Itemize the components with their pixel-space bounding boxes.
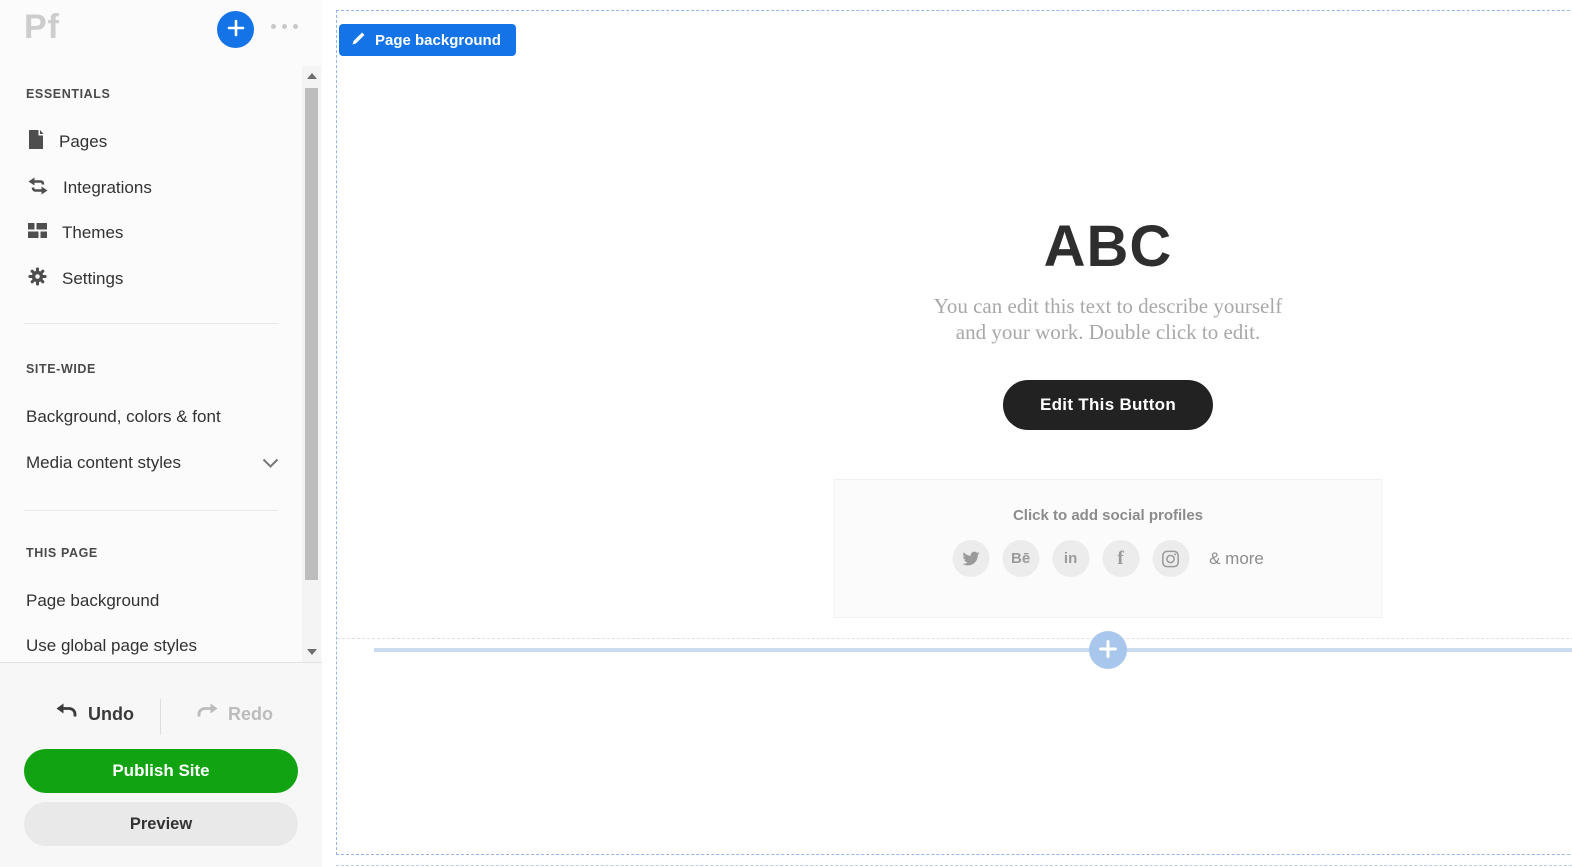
undo-button[interactable]: Undo xyxy=(56,703,134,725)
plus-icon xyxy=(1098,639,1118,662)
themes-grid-icon xyxy=(28,222,47,244)
publish-site-button[interactable]: Publish Site xyxy=(24,749,298,793)
social-profiles-panel[interactable]: Click to add social profiles Bē in f & m… xyxy=(833,479,1383,618)
hero-subtitle-line-1: You can edit this text to describe yours… xyxy=(933,294,1283,318)
sidebar-item-label: Pages xyxy=(59,132,108,151)
add-section-line[interactable] xyxy=(374,648,1572,652)
sidebar-item-background-colors-font[interactable]: Background, colors & font xyxy=(26,404,221,430)
hero-subtitle-line-2: and your work. Double click to edit. xyxy=(955,319,1261,344)
undo-redo-row: Undo Redo xyxy=(0,699,322,735)
facebook-icon[interactable]: f xyxy=(1102,540,1140,577)
behance-icon[interactable]: Bē xyxy=(1002,540,1040,577)
chevron-down-icon[interactable] xyxy=(262,456,279,474)
sidebar-footer: Undo Redo Publish Site Preview xyxy=(0,662,322,867)
redo-button[interactable]: Redo xyxy=(196,703,273,725)
social-panel-title: Click to add social profiles xyxy=(1012,507,1204,524)
redo-label: Redo xyxy=(228,703,273,724)
scrollbar-thumb[interactable] xyxy=(305,88,318,580)
more-options-button[interactable] xyxy=(271,24,298,29)
undo-arrow-icon xyxy=(56,703,78,725)
add-section-button[interactable] xyxy=(1089,631,1127,669)
page-background-tag-label: Page background xyxy=(375,31,501,49)
sidebar-item-use-global-page-styles[interactable]: Use global page styles xyxy=(26,633,197,659)
plus-icon xyxy=(227,19,245,40)
next-section-boundary-dashed xyxy=(336,865,1572,866)
hero-subtitle[interactable]: You can edit this text to describe yours… xyxy=(337,294,1572,345)
section-title-site-wide: SITE-WIDE xyxy=(26,362,96,376)
gear-icon xyxy=(28,267,47,291)
sidebar-divider xyxy=(24,510,278,511)
sidebar-divider xyxy=(24,323,278,324)
sidebar-item-label: Themes xyxy=(62,223,124,242)
scroll-down-arrow-icon[interactable] xyxy=(306,649,317,655)
more-socials-label: & more xyxy=(1209,548,1264,568)
editor-canvas[interactable]: Page background ABC You can edit this te… xyxy=(336,10,1572,855)
sidebar-scrollbar[interactable] xyxy=(302,66,321,662)
redo-arrow-icon xyxy=(196,703,218,725)
page-background-tag[interactable]: Page background xyxy=(339,24,516,56)
sidebar-item-label: Integrations xyxy=(63,178,152,197)
instagram-icon[interactable] xyxy=(1152,540,1190,577)
social-icons-row: Bē in f & more xyxy=(835,540,1382,577)
twitter-icon[interactable] xyxy=(952,540,990,577)
undo-label: Undo xyxy=(88,703,134,724)
sidebar-item-pages[interactable]: Pages xyxy=(28,129,107,155)
sidebar-item-settings[interactable]: Settings xyxy=(28,266,123,292)
edit-this-button[interactable]: Edit This Button xyxy=(1002,380,1214,430)
sidebar: Pf ESSENTIALS Pages Integrations Themes … xyxy=(0,0,322,867)
sidebar-item-themes[interactable]: Themes xyxy=(28,220,123,246)
page-icon xyxy=(28,130,44,154)
sidebar-item-page-background[interactable]: Page background xyxy=(26,588,159,614)
sidebar-item-label: Settings xyxy=(62,269,124,288)
section-boundary-dashed xyxy=(337,638,1572,639)
portfolio-logo: Pf xyxy=(24,8,60,46)
scroll-up-arrow-icon[interactable] xyxy=(306,73,317,79)
linkedin-icon[interactable]: in xyxy=(1052,540,1090,577)
hero-title[interactable]: ABC xyxy=(337,214,1572,280)
sidebar-item-media-content-styles[interactable]: Media content styles xyxy=(26,450,181,476)
app-root: Pf ESSENTIALS Pages Integrations Themes … xyxy=(0,0,1572,867)
swap-arrows-icon xyxy=(28,177,48,200)
pencil-icon xyxy=(352,32,365,49)
sidebar-item-integrations[interactable]: Integrations xyxy=(28,175,152,201)
add-button[interactable] xyxy=(217,11,254,48)
section-title-this-page: THIS PAGE xyxy=(26,546,98,560)
section-title-essentials: ESSENTIALS xyxy=(26,87,111,101)
preview-button[interactable]: Preview xyxy=(24,802,298,846)
undo-redo-divider xyxy=(160,699,161,735)
